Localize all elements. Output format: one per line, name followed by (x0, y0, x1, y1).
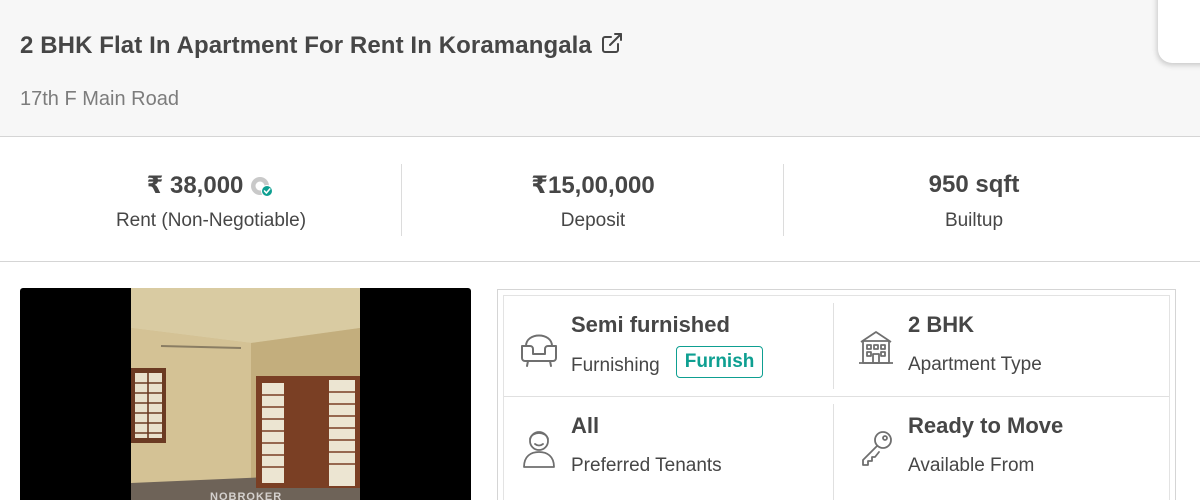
apartment-type-value: 2 BHK (908, 312, 975, 337)
stats-bar: ₹ 38,000 Rent (Non-Negotiable) ₹15,00,00… (0, 137, 1200, 262)
available-from-value: Ready to Move (908, 413, 1064, 438)
photo-watermark: NOBROKER (210, 491, 283, 500)
furnishing-label: Furnishing (571, 355, 660, 376)
preferred-tenants-label: Preferred Tenants (571, 455, 722, 476)
builtup-value: 950 sqft (928, 171, 1020, 198)
armchair-icon (516, 324, 562, 370)
stat-builtup: 950 sqft Builtup (784, 137, 1164, 262)
furnish-button[interactable]: Furnish (675, 346, 764, 378)
verified-badge-icon (249, 174, 275, 200)
details-card: Semi furnished Furnishing Furnish 2 BHK … (497, 289, 1176, 500)
furnishing-cell: Semi furnished Furnishing Furnish (504, 296, 834, 396)
available-from-label: Available From (908, 455, 1035, 476)
stat-rent: ₹ 38,000 Rent (Non-Negotiable) (20, 137, 402, 262)
apartment-type-label: Apartment Type (908, 354, 1042, 375)
deposit-value: ₹15,00,000 (531, 172, 655, 199)
person-icon (516, 425, 562, 471)
key-icon (853, 425, 899, 471)
title-row: 2 BHK Flat In Apartment For Rent In Kora… (20, 32, 624, 60)
stat-deposit: ₹15,00,000 Deposit (402, 137, 784, 262)
corner-card (1158, 0, 1200, 63)
rent-value-row: ₹ 38,000 (20, 171, 402, 200)
preferred-tenants-value: All (571, 413, 600, 438)
furnishing-sub: Furnishing Furnish (571, 346, 764, 378)
apartment-type-cell: 2 BHK Apartment Type (841, 296, 1171, 396)
deposit-label: Deposit (560, 210, 626, 231)
building-icon (853, 324, 899, 370)
rent-label: Rent (Non-Negotiable) (115, 210, 307, 231)
property-photo[interactable]: NOBROKER (20, 288, 471, 500)
preferred-tenants-cell: All Preferred Tenants (504, 397, 834, 497)
room-image (131, 288, 360, 500)
listing-header: 2 BHK Flat In Apartment For Rent In Kora… (0, 0, 1200, 137)
address-subtitle: 17th F Main Road (20, 88, 179, 110)
details-grid: Semi furnished Furnishing Furnish 2 BHK … (503, 295, 1170, 500)
page-title: 2 BHK Flat In Apartment For Rent In Kora… (20, 32, 592, 59)
builtup-label: Builtup (944, 210, 1004, 231)
furnishing-value: Semi furnished (571, 312, 730, 337)
rent-value: ₹ 38,000 (146, 172, 244, 199)
external-link-icon[interactable] (600, 31, 624, 55)
available-from-cell: Ready to Move Available From (841, 397, 1171, 497)
